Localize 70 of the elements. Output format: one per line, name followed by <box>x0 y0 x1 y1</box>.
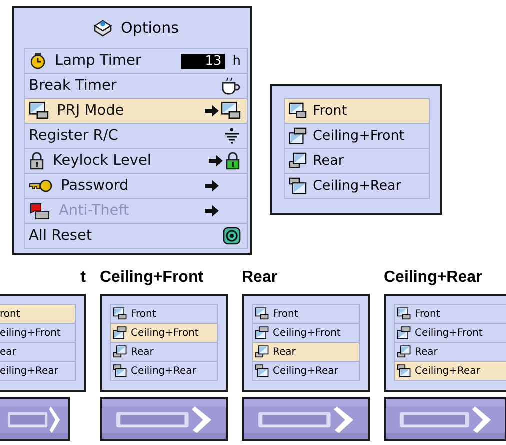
row-label: Keylock Level <box>53 153 152 169</box>
row-label: Break Timer <box>29 78 118 94</box>
menu-row[interactable]: Break Timer <box>24 74 248 99</box>
row-label: Register R/C <box>29 128 120 144</box>
projector-mode-icon <box>113 364 127 378</box>
menu-item[interactable]: Ceiling+Rear <box>394 362 506 381</box>
menu-item[interactable]: Front <box>284 99 430 124</box>
row-label: PRJ Mode <box>57 103 126 119</box>
mode-heading: Ceiling+Rear <box>384 269 484 288</box>
options-icon <box>93 19 114 37</box>
menu-item[interactable]: Ceiling+Rear <box>110 362 218 381</box>
menu-item[interactable]: Front <box>394 305 506 324</box>
projector-mode-icon <box>397 326 411 340</box>
projector-mode-icon <box>255 326 269 340</box>
mode-heading: Ceiling+Front <box>100 269 205 288</box>
arrow-icon <box>209 155 223 167</box>
mode-heading: t <box>80 269 86 288</box>
key-icon <box>29 179 53 193</box>
value-display: 13 <box>180 54 225 68</box>
projector-mode-icon <box>221 101 241 121</box>
projector-mode-icon <box>113 307 127 321</box>
projector-mode-icon <box>397 307 411 321</box>
menu-item[interactable]: Ceiling+Front <box>284 124 430 149</box>
projector-mode-icon <box>255 345 269 359</box>
arrow-icon <box>205 180 219 192</box>
row-label: Lamp Timer <box>55 53 142 69</box>
projector-mode-icon <box>255 364 269 378</box>
menu-item[interactable]: ear <box>0 343 76 362</box>
mode-heading: Rear <box>242 269 279 288</box>
menu-row[interactable]: Password <box>24 174 248 199</box>
menu-item[interactable]: Rear <box>284 149 430 174</box>
projector-mode-icon <box>289 102 307 120</box>
projector-mode-icon <box>289 177 307 195</box>
projector-mode-icon <box>397 345 411 359</box>
padlock-icon <box>225 152 241 170</box>
menu-item[interactable]: eiling+Rear <box>0 362 76 381</box>
projector-mode-icon <box>113 345 127 359</box>
menu-item[interactable]: Ceiling+Rear <box>252 362 360 381</box>
arrow-icon <box>205 205 219 217</box>
row-label: Anti-Theft <box>59 203 130 219</box>
projector-mode-icon <box>29 101 49 121</box>
menu-row[interactable]: All Reset <box>24 224 248 249</box>
projector-mode-icon <box>397 364 411 378</box>
menu-item[interactable]: Ceiling+Front <box>394 324 506 343</box>
alarm-icon <box>29 202 51 220</box>
cup-icon <box>221 77 241 95</box>
padlock-icon <box>29 152 45 170</box>
menu-item[interactable]: eiling+Front <box>0 324 76 343</box>
clock-icon <box>29 52 47 70</box>
menu-item[interactable]: Front <box>252 305 360 324</box>
menu-item[interactable]: Rear <box>110 343 218 362</box>
menu-item[interactable]: Rear <box>252 343 360 362</box>
menu-row[interactable]: Keylock Level <box>24 149 248 174</box>
reset-icon <box>223 227 241 245</box>
menu-row[interactable]: Register R/C <box>24 124 248 149</box>
arrow-icon <box>205 105 219 117</box>
projector-mode-icon <box>255 307 269 321</box>
menu-item[interactable]: Ceiling+Rear <box>284 174 430 199</box>
projector-mode-icon <box>289 152 307 170</box>
menu-row[interactable]: PRJ Mode <box>24 99 248 124</box>
row-label: Password <box>61 178 130 194</box>
projector-mode-icon <box>113 326 127 340</box>
projector-mode-icon <box>289 127 307 145</box>
menu-item[interactable]: ront <box>0 305 76 324</box>
menu-title: Options <box>121 19 179 37</box>
unit-label: h <box>232 54 241 68</box>
menu-item[interactable]: Ceiling+Front <box>110 324 218 343</box>
signal-icon <box>223 127 241 145</box>
menu-row[interactable]: Lamp Timer 13 h <box>24 49 248 74</box>
row-label: All Reset <box>29 228 94 244</box>
